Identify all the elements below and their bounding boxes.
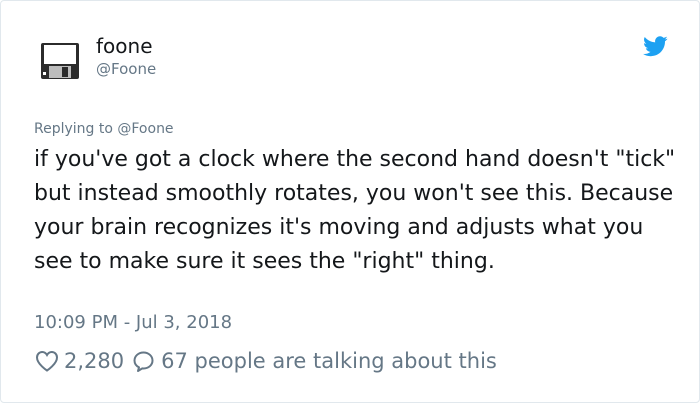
avatar-floppy-disk-icon[interactable] xyxy=(40,42,80,80)
actions-divider xyxy=(34,341,668,342)
heart-icon xyxy=(35,350,59,372)
user-handle[interactable]: @Foone xyxy=(96,60,156,78)
tweet-timestamp[interactable]: 10:09 PM - Jul 3, 2018 xyxy=(34,312,232,333)
like-button[interactable]: 2,280 xyxy=(35,349,124,373)
tweet-card: foone @Foone Replying to @Foone if you'v… xyxy=(0,0,700,403)
talking-about-label: 67 people are talking about this xyxy=(161,349,497,373)
twitter-bird-icon[interactable] xyxy=(643,36,668,57)
replying-to-label[interactable]: Replying to @Foone xyxy=(34,121,174,137)
like-count: 2,280 xyxy=(64,349,125,373)
tweet-actions: 2,280 67 people are talking about this xyxy=(35,346,497,376)
comment-bubble-icon xyxy=(132,350,155,373)
tweet-text: if you've got a clock where the second h… xyxy=(34,147,676,274)
talking-link[interactable]: 67 people are talking about this xyxy=(124,349,497,373)
user-name[interactable]: foone xyxy=(96,34,153,58)
